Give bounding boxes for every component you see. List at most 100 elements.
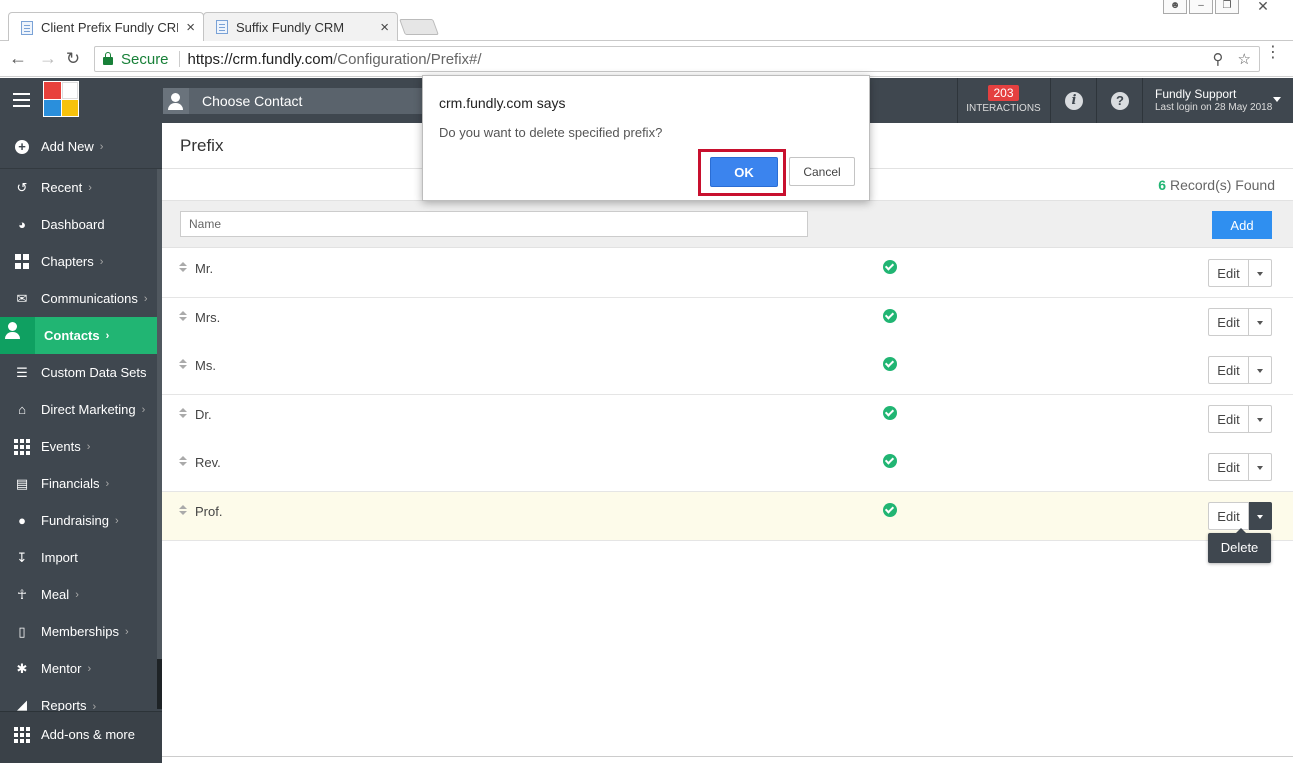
drag-handle-icon[interactable] bbox=[179, 408, 187, 420]
sidebar-item-memberships[interactable]: ▯ Memberships › bbox=[0, 613, 157, 650]
prefix-name: Prof. bbox=[195, 504, 223, 519]
bookmark-star-icon[interactable]: ☆ bbox=[1238, 50, 1251, 68]
actions-dropdown-toggle[interactable] bbox=[1249, 308, 1272, 336]
sidebar-item-recent[interactable]: ↺ Recent › bbox=[0, 169, 157, 206]
sidebar-item-label: Communications bbox=[41, 291, 138, 306]
sidebar-item-communications[interactable]: ✉ Communications › bbox=[0, 280, 157, 317]
sidebar-item-import[interactable]: ↧ Import bbox=[0, 539, 157, 576]
fundly-logo[interactable] bbox=[43, 81, 79, 117]
browser-tab-client-prefix[interactable]: Client Prefix Fundly CRM × bbox=[8, 12, 204, 42]
zoom-icon[interactable]: ⚲ bbox=[1213, 50, 1224, 68]
chevron-right-icon: › bbox=[99, 140, 104, 153]
prefix-name: Ms. bbox=[195, 358, 216, 373]
forward-arrow-icon[interactable]: → bbox=[36, 48, 60, 69]
apps-grid-icon bbox=[14, 726, 30, 743]
edit-button[interactable]: Edit bbox=[1208, 356, 1249, 384]
actions-dropdown-toggle[interactable] bbox=[1249, 453, 1272, 481]
help-button[interactable]: ? bbox=[1096, 78, 1142, 123]
restore-icon[interactable]: ❐ bbox=[1215, 0, 1239, 14]
name-input[interactable] bbox=[180, 211, 808, 237]
close-icon[interactable]: × bbox=[380, 19, 389, 36]
sidebar-item-label: Direct Marketing bbox=[41, 402, 136, 417]
divider bbox=[162, 756, 1293, 757]
sidebar-item-label: Dashboard bbox=[41, 217, 105, 232]
sidebar-item-chapters[interactable]: Chapters › bbox=[0, 243, 157, 280]
records-count: 6 bbox=[1158, 177, 1167, 193]
browser-menu-icon[interactable]: ⋮ bbox=[1265, 45, 1281, 61]
table-row: Rev. Edit bbox=[162, 443, 1293, 492]
sidebar-item-add-new[interactable]: + Add New › bbox=[0, 128, 157, 165]
cancel-button[interactable]: Cancel bbox=[789, 157, 855, 186]
sidebar-item-label: Recent bbox=[41, 180, 83, 195]
sidebar-item-dashboard[interactable]: ◕ Dashboard bbox=[0, 206, 157, 243]
browser-tab-suffix[interactable]: Suffix Fundly CRM × bbox=[203, 12, 398, 41]
sidebar-item-fundraising[interactable]: ● Fundraising › bbox=[0, 502, 157, 539]
prefix-name: Mrs. bbox=[195, 310, 221, 325]
sidebar-item-mentor[interactable]: ✱ Mentor › bbox=[0, 650, 157, 687]
drag-handle-icon[interactable] bbox=[179, 311, 187, 323]
sidebar-item-contacts[interactable]: Contacts › bbox=[0, 317, 162, 354]
edit-button[interactable]: Edit bbox=[1208, 453, 1249, 481]
minimize-icon[interactable]: – bbox=[1189, 0, 1213, 14]
money-bag-icon: ● bbox=[18, 513, 26, 528]
check-circle-icon bbox=[883, 406, 897, 420]
history-icon: ↺ bbox=[16, 179, 28, 195]
drag-handle-icon[interactable] bbox=[179, 262, 187, 274]
sidebar-item-label: Add-ons & more bbox=[41, 727, 135, 742]
actions-dropdown-toggle[interactable] bbox=[1249, 356, 1272, 384]
choose-contact-button[interactable]: Choose Contact bbox=[163, 88, 423, 114]
sidebar-item-direct-marketing[interactable]: ⌂ Direct Marketing › bbox=[0, 391, 157, 428]
back-arrow-icon[interactable]: ← bbox=[6, 48, 30, 69]
last-login: Last login on 28 May 2018 bbox=[1155, 102, 1273, 113]
user-icon bbox=[163, 88, 189, 114]
sidebar-item-addons[interactable]: Add-ons & more bbox=[0, 716, 157, 753]
window-close-icon[interactable]: ✕ bbox=[1241, 0, 1285, 14]
sidebar-item-custom-data-sets[interactable]: ☰ Custom Data Sets bbox=[0, 354, 157, 391]
row-actions: Edit bbox=[1208, 308, 1272, 336]
interactions-button[interactable]: 203 INTERACTIONS bbox=[957, 78, 1049, 123]
edit-button[interactable]: Edit bbox=[1208, 405, 1249, 433]
sidebar-item-events[interactable]: Events › bbox=[0, 428, 157, 465]
table-row: Mrs. Edit bbox=[162, 298, 1293, 347]
hamburger-menu-icon[interactable] bbox=[13, 93, 30, 107]
money-icon: ▤ bbox=[15, 475, 29, 491]
close-icon[interactable]: × bbox=[186, 19, 195, 36]
drag-handle-icon[interactable] bbox=[179, 359, 187, 371]
add-button[interactable]: Add bbox=[1212, 211, 1272, 239]
table-row: Mr. Edit bbox=[162, 249, 1293, 298]
delete-menu-item[interactable]: Delete bbox=[1208, 528, 1271, 563]
lock-icon bbox=[103, 52, 113, 65]
sidebar-item-label: Fundraising bbox=[41, 513, 109, 528]
edit-button[interactable]: Edit bbox=[1208, 308, 1249, 336]
new-tab-button[interactable] bbox=[399, 19, 439, 35]
actions-dropdown-toggle[interactable] bbox=[1249, 405, 1272, 433]
chevron-right-icon: › bbox=[143, 292, 148, 305]
id-card-icon: ▯ bbox=[18, 623, 26, 639]
actions-dropdown-toggle[interactable] bbox=[1249, 259, 1272, 287]
sidebar-item-meal[interactable]: ☥ Meal › bbox=[0, 576, 157, 613]
info-button[interactable]: i bbox=[1050, 78, 1096, 123]
chevron-right-icon: › bbox=[86, 440, 91, 453]
mailbox-icon: ⌂ bbox=[18, 402, 26, 417]
reload-icon[interactable]: ↻ bbox=[60, 49, 86, 69]
drag-handle-icon[interactable] bbox=[179, 505, 187, 517]
sidebar-item-label: Custom Data Sets bbox=[41, 365, 147, 380]
ok-button[interactable]: OK bbox=[710, 157, 778, 187]
sidebar-item-label: Mentor bbox=[41, 661, 82, 676]
sidebar-item-label: Contacts bbox=[44, 328, 100, 343]
edit-button[interactable]: Edit bbox=[1208, 502, 1249, 530]
actions-dropdown-toggle[interactable] bbox=[1249, 502, 1272, 530]
url-field[interactable]: Secure https://crm.fundly.com/Configurat… bbox=[94, 46, 1260, 72]
drag-handle-icon[interactable] bbox=[179, 456, 187, 468]
edit-button[interactable]: Edit bbox=[1208, 259, 1249, 287]
browser-tab-bar: Client Prefix Fundly CRM × Suffix Fundly… bbox=[0, 0, 1293, 42]
plus-circle-icon: + bbox=[14, 139, 30, 155]
profile-icon[interactable]: ☻ bbox=[1163, 0, 1187, 14]
row-actions: Edit bbox=[1208, 259, 1272, 287]
divider bbox=[178, 51, 180, 67]
sidebar-item-financials[interactable]: ▤ Financials › bbox=[0, 465, 157, 502]
sidebar-item-label: Memberships bbox=[41, 624, 120, 639]
sidebar-item-reports[interactable]: ◢ Reports › bbox=[0, 687, 157, 713]
table-row: Ms. Edit bbox=[162, 346, 1293, 395]
user-menu[interactable]: Fundly Support Last login on 28 May 2018 bbox=[1142, 78, 1293, 123]
